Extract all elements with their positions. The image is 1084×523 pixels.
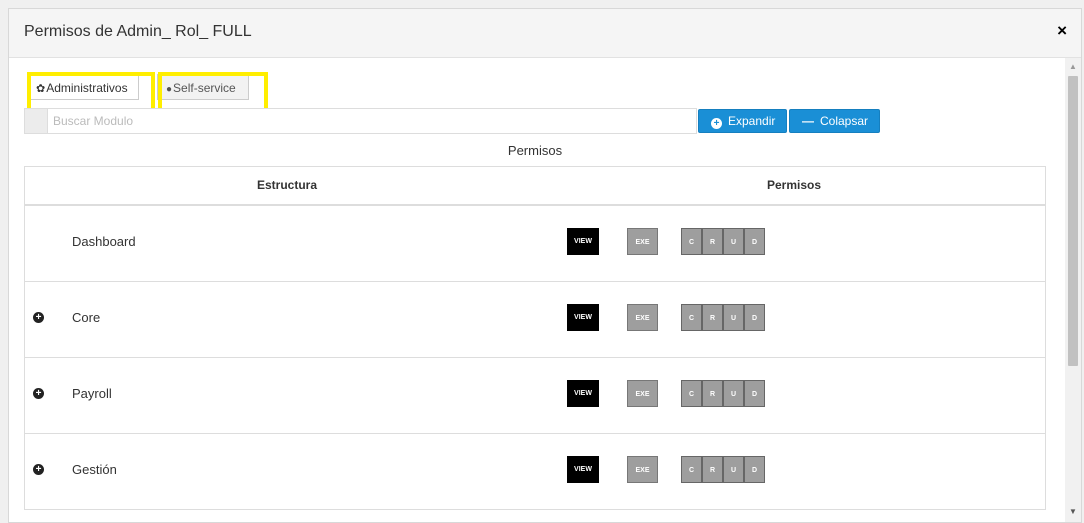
create-permission-toggle[interactable]: C [681,380,702,407]
search-group [24,108,697,134]
update-permission-toggle[interactable]: U [723,228,744,255]
table-row: Dashboard VIEW EXE C R U D [25,206,1045,282]
scrollbar-thumb[interactable] [1068,76,1078,366]
table-caption: Permisos [507,143,563,158]
exe-permission-toggle[interactable]: EXE [627,380,658,407]
view-permission-toggle[interactable]: VIEW [567,380,599,407]
row-name: Core [72,310,101,325]
vertical-scrollbar[interactable]: ▲ ▼ [1065,58,1081,522]
expand-row-icon[interactable]: + [33,312,44,323]
update-permission-toggle[interactable]: U [723,304,744,331]
expand-row-icon[interactable]: + [33,464,44,475]
permissions-table: Estructura Permisos Dashboard VIEW EXE C… [24,166,1046,510]
row-name: Gestión [72,462,117,477]
scroll-up-arrow-icon[interactable]: ▲ [1069,62,1077,71]
row-name: Payroll [72,386,112,401]
create-permission-toggle[interactable]: C [681,304,702,331]
modal-header: Permisos de Admin_ Rol_ FULL × [9,9,1081,58]
table-header: Estructura Permisos [25,167,1045,206]
exe-permission-toggle[interactable]: EXE [627,456,658,483]
read-permission-toggle[interactable]: R [702,456,723,483]
header-permisos: Permisos [767,178,822,192]
delete-permission-toggle[interactable]: D [744,304,765,331]
row-name: Dashboard [72,234,136,249]
table-row: + Payroll VIEW EXE C R U D [25,358,1045,434]
create-permission-toggle[interactable]: C [681,456,702,483]
delete-permission-toggle[interactable]: D [744,456,765,483]
read-permission-toggle[interactable]: R [702,304,723,331]
permissions-modal: Permisos de Admin_ Rol_ FULL × ✿Administ… [8,8,1082,523]
expand-label: Expandir [728,114,776,128]
collapse-label: Colapsar [820,114,869,128]
exe-permission-toggle[interactable]: EXE [627,228,658,255]
close-icon[interactable]: × [1057,21,1067,41]
view-permission-toggle[interactable]: VIEW [567,304,599,331]
minus-icon: — [802,114,814,128]
expand-row-icon[interactable]: + [33,388,44,399]
view-permission-toggle[interactable]: VIEW [567,228,599,255]
delete-permission-toggle[interactable]: D [744,380,765,407]
search-addon [25,109,48,133]
exe-permission-toggle[interactable]: EXE [627,304,658,331]
modal-title: Permisos de Admin_ Rol_ FULL [24,23,252,40]
create-permission-toggle[interactable]: C [681,228,702,255]
scroll-down-arrow-icon[interactable]: ▼ [1069,507,1077,516]
collapse-button[interactable]: — Colapsar [789,109,880,133]
update-permission-toggle[interactable]: U [723,380,744,407]
search-input[interactable] [49,109,697,133]
plus-circle-icon: + [711,118,722,129]
modal-body: ✿Administrativos ●Self-service +Expandir… [9,58,1081,522]
table-row: + Gestión VIEW EXE C R U D [25,434,1045,510]
read-permission-toggle[interactable]: R [702,228,723,255]
delete-permission-toggle[interactable]: D [744,228,765,255]
update-permission-toggle[interactable]: U [723,456,744,483]
read-permission-toggle[interactable]: R [702,380,723,407]
table-row: + Core VIEW EXE C R U D [25,282,1045,358]
header-estructura: Estructura [257,178,318,192]
view-permission-toggle[interactable]: VIEW [567,456,599,483]
expand-button[interactable]: + Expandir [698,109,787,133]
